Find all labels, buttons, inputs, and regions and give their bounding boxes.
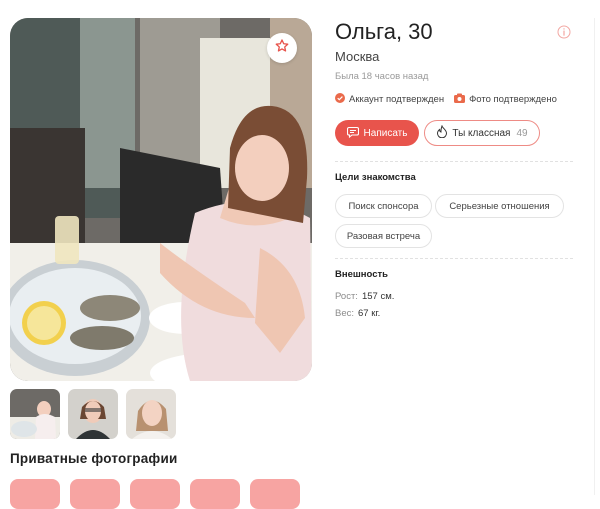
account-verified-label: Аккаунт подтвержден bbox=[349, 94, 445, 105]
goal-tag-label: Поиск спонсора bbox=[348, 200, 419, 212]
photo-verified-label: Фото подтверждено bbox=[469, 94, 557, 105]
private-photo-tile[interactable] bbox=[70, 479, 120, 509]
private-photo-tile[interactable] bbox=[250, 479, 300, 509]
chat-icon bbox=[346, 126, 359, 141]
goals-section-title: Цели знакомства bbox=[335, 172, 416, 183]
divider bbox=[335, 161, 573, 162]
private-photos-row bbox=[10, 479, 300, 509]
photo-thumbnail[interactable] bbox=[10, 389, 60, 439]
compliment-count: 49 bbox=[516, 127, 528, 139]
profile-city: Москва bbox=[335, 49, 380, 64]
profile-name: Ольга, 30 bbox=[335, 19, 433, 44]
goal-tag[interactable]: Поиск спонсора bbox=[335, 194, 432, 218]
compliment-button[interactable]: Ты классная 49 bbox=[424, 120, 540, 146]
compliment-label: Ты классная bbox=[452, 127, 511, 139]
private-photos-title: Приватные фотографии bbox=[10, 451, 178, 466]
last-seen-status: Была 18 часов назад bbox=[335, 71, 429, 82]
photo-thumbnail[interactable] bbox=[68, 389, 118, 439]
height-value: 157 см. bbox=[361, 291, 395, 302]
private-photo-tile[interactable] bbox=[10, 479, 60, 509]
divider bbox=[335, 258, 573, 259]
photo-thumbnail[interactable] bbox=[126, 389, 176, 439]
camera-icon bbox=[454, 93, 466, 106]
photo-verified-badge: Фото подтверждено bbox=[454, 93, 557, 106]
account-verified-badge: Аккаунт подтвержден bbox=[335, 93, 444, 106]
goal-tag[interactable]: Разовая встреча bbox=[335, 224, 432, 248]
height-label: Рост: bbox=[335, 291, 358, 302]
photo-thumbnails bbox=[10, 389, 176, 439]
private-photo-tile[interactable] bbox=[130, 479, 180, 509]
appearance-section-title: Внешность bbox=[335, 269, 388, 280]
weight-row: Вес: 67 кг. bbox=[335, 308, 380, 319]
favorite-button[interactable] bbox=[267, 33, 297, 63]
goal-tag-label: Разовая встреча bbox=[346, 230, 421, 242]
star-icon bbox=[274, 38, 290, 59]
main-profile-photo[interactable] bbox=[10, 18, 312, 381]
height-row: Рост: 157 см. bbox=[335, 291, 394, 302]
weight-label: Вес: bbox=[335, 308, 355, 319]
goal-tag-label: Серьезные отношения bbox=[449, 200, 550, 212]
private-photo-tile[interactable] bbox=[190, 479, 240, 509]
weight-value: 67 кг. bbox=[358, 308, 381, 319]
goal-tag[interactable]: Серьезные отношения bbox=[435, 194, 564, 218]
column-divider bbox=[594, 18, 595, 495]
write-message-label: Написать bbox=[363, 127, 408, 139]
write-message-button[interactable]: Написать bbox=[335, 120, 419, 146]
verification-badges: Аккаунт подтвержден Фото подтверждено bbox=[335, 93, 557, 106]
flame-icon bbox=[436, 124, 448, 141]
check-circle-icon bbox=[335, 93, 345, 106]
info-icon[interactable] bbox=[557, 25, 571, 44]
